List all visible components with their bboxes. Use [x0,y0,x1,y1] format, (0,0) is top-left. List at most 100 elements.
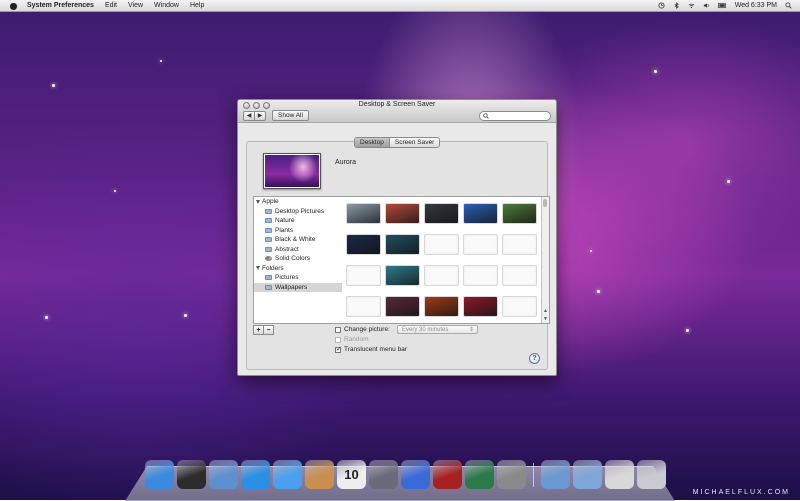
source-list: Apple Desktop Pictures Nature Plants Bla… [253,196,343,324]
wallpaper-thumbnail[interactable] [385,265,420,286]
watermark: MICHAELFLUX.COM [692,489,790,496]
volume-icon[interactable] [703,2,710,9]
empty-thumbnail [463,265,498,286]
system-preferences-icon[interactable] [497,460,526,489]
disclosure-triangle-icon[interactable] [256,266,260,271]
finder-icon[interactable] [145,460,174,489]
wallpaper-thumbnail[interactable] [463,296,498,317]
apple-menu-icon[interactable] [10,2,18,10]
address-book-icon[interactable] [305,460,334,489]
preview-icon[interactable] [369,460,398,489]
window-title: Desktop & Screen Saver [358,101,436,108]
menu-clock[interactable]: Wed 6:33 PM [735,2,777,9]
scrollbar-knob[interactable] [543,199,547,207]
change-picture-option[interactable]: Change picture: [335,326,390,333]
tab-screen-saver[interactable]: Screen Saver [388,138,440,147]
wallpaper-thumbnail[interactable] [385,296,420,317]
remove-folder-button[interactable]: − [264,325,274,335]
wallpaper-thumbnail[interactable] [346,234,381,255]
trash-icon[interactable] [637,460,666,489]
random-label: Random [344,336,369,343]
spotlight-icon[interactable] [785,2,792,9]
tab-desktop[interactable]: Desktop [355,138,389,147]
source-item-label: Black & White [275,236,316,244]
window-titlebar[interactable]: Desktop & Screen Saver ◀ ▶ Show All [238,100,556,123]
add-folder-button[interactable]: + [253,325,264,335]
change-picture-checkbox[interactable] [335,326,341,333]
mail-icon[interactable] [209,460,238,489]
group-label: Apple [262,198,279,206]
star [654,70,657,73]
desktop-screensaver-window: Desktop & Screen Saver ◀ ▶ Show All Auro… [237,99,557,376]
source-item-wallpapers[interactable]: Wallpapers [254,282,342,292]
menu-help[interactable]: Help [190,2,204,9]
popup-arrows-icon: ⇕ [468,327,474,333]
scroll-down-arrow[interactable]: ▼ [542,316,549,323]
group-folders[interactable]: Folders [254,264,342,274]
dashboard-icon[interactable] [177,460,206,489]
add-remove-buttons: + − [253,325,274,335]
star [590,250,592,252]
bluetooth-icon[interactable] [673,2,680,9]
group-apple[interactable]: Apple [254,197,342,207]
app-menu[interactable]: System Preferences [27,2,94,9]
wallpaper-thumbnail[interactable] [385,203,420,224]
scroll-up-arrow[interactable]: ▲ [542,308,549,315]
itunes-icon[interactable] [401,460,430,489]
battery-icon[interactable] [717,2,727,9]
back-button[interactable]: ◀ [244,112,254,120]
wallpaper-thumbnail[interactable] [463,203,498,224]
time-machine-menu-icon[interactable] [658,2,665,9]
safari-icon[interactable] [241,460,270,489]
time-machine-icon[interactable] [465,460,494,489]
documents-folder-icon[interactable] [573,460,602,489]
wallpaper-thumbnail[interactable] [385,234,420,255]
star [52,84,55,87]
folder-icon [265,246,272,252]
current-picture-preview[interactable] [263,153,321,189]
translucent-menu-bar-option[interactable]: Translucent menu bar [335,345,407,353]
forward-button[interactable]: ▶ [254,111,265,120]
disclosure-triangle-icon[interactable] [256,199,260,204]
empty-thumbnail [463,234,498,255]
ical-icon[interactable]: 10 [337,460,366,489]
source-item-plants[interactable]: Plants [254,226,342,236]
random-checkbox [335,336,341,343]
translucent-menu-bar-checkbox[interactable] [335,345,342,353]
wallpaper-thumbnail[interactable] [424,296,459,317]
menu-view[interactable]: View [128,2,143,9]
interval-popup[interactable]: Every 30 minutes ⇕ [397,325,478,334]
wallpaper-thumbnail[interactable] [502,203,537,224]
vertical-scrollbar[interactable]: ▲ ▼ [541,197,549,323]
help-button[interactable]: ? [529,353,540,364]
folder-icon [265,227,272,233]
star [160,60,162,62]
wallpaper-thumbnail[interactable] [424,203,459,224]
search-icon [483,113,489,119]
wallpaper-thumbnail[interactable] [346,203,381,224]
source-item-label: Desktop Pictures [275,207,325,215]
source-item-label: Plants [275,226,294,234]
window-content: Aurora Apple Desktop Pictures Nature Pla… [238,123,556,375]
source-item-nature[interactable]: Nature [254,216,342,226]
menu-window[interactable]: Window [154,2,179,9]
source-item-pictures[interactable]: Pictures [254,273,342,283]
source-item-solid-colors[interactable]: Solid Colors [254,254,342,264]
thumbnail-grid [346,203,537,320]
downloads-stack-icon[interactable] [605,460,634,489]
dock-icons: 10 [145,460,666,489]
pane-tabs: Desktop Screen Saver [354,137,441,148]
photo-booth-icon[interactable] [433,460,462,489]
folder-icon [265,218,272,224]
menu-edit[interactable]: Edit [105,2,117,9]
source-item-desktop-pictures[interactable]: Desktop Pictures [254,207,342,217]
source-item-abstract[interactable]: Abstract [254,245,342,255]
wifi-icon[interactable] [688,2,695,9]
show-all-button[interactable]: Show All [272,110,309,121]
ichat-icon[interactable] [273,460,302,489]
search-field[interactable] [479,111,551,121]
folder-icon [265,275,272,281]
source-item-black-white[interactable]: Black & White [254,235,342,245]
applications-folder-icon[interactable] [541,460,570,489]
empty-thumbnail [346,265,381,286]
